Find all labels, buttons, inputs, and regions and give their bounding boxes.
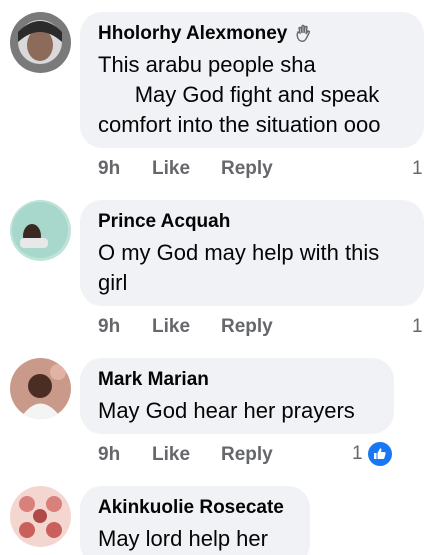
like-button[interactable]: Like bbox=[152, 158, 221, 180]
comment-text-line: May God fight and speak bbox=[98, 82, 380, 107]
comment-actions: 9h Like Reply bbox=[98, 316, 281, 338]
comment-bubble: Mark Marian May God hear her prayers bbox=[80, 358, 394, 434]
reaction-count[interactable]: 1 bbox=[412, 158, 423, 180]
reply-button[interactable]: Reply bbox=[221, 444, 281, 466]
avatar-mark[interactable] bbox=[10, 358, 71, 419]
comment-text-line: girl bbox=[98, 270, 128, 295]
comment-actions: 9h Like Reply bbox=[98, 158, 281, 180]
avatar-image bbox=[10, 12, 71, 73]
author-name-row[interactable]: Hholorhy Alexmoney bbox=[98, 22, 406, 46]
like-button[interactable]: Like bbox=[152, 316, 221, 338]
reaction-count-number: 1 bbox=[412, 316, 423, 337]
reaction-count-number: 1 bbox=[412, 158, 423, 179]
avatar-image bbox=[10, 200, 71, 261]
timestamp[interactable]: 9h bbox=[98, 316, 152, 338]
reaction-count[interactable]: 1 bbox=[352, 442, 392, 466]
timestamp[interactable]: 9h bbox=[98, 158, 152, 180]
reply-button[interactable]: Reply bbox=[221, 316, 281, 338]
reply-button[interactable]: Reply bbox=[221, 158, 281, 180]
avatar-image bbox=[10, 358, 71, 419]
comment-text-line: May God hear her prayers bbox=[98, 398, 355, 423]
comment-text-line: O my God may help with this bbox=[98, 240, 380, 265]
comment-text-line: comfort into the situation ooo bbox=[98, 112, 381, 137]
waving-hand-icon bbox=[293, 24, 313, 44]
author-name[interactable]: Mark Marian bbox=[98, 368, 376, 392]
comment-bubble: Prince Acquah O my God may help with thi… bbox=[80, 200, 424, 306]
comment-text-line: May lord help her bbox=[98, 526, 268, 551]
comment-actions: 9h Like Reply bbox=[98, 444, 281, 466]
reaction-count[interactable]: 1 bbox=[412, 316, 423, 338]
avatar-image bbox=[10, 486, 71, 547]
comment-text-line: This arabu people sha bbox=[98, 52, 316, 77]
comment-bubble: Akinkuolie Rosecate May lord help her bbox=[80, 486, 310, 555]
like-button[interactable]: Like bbox=[152, 444, 221, 466]
timestamp[interactable]: 9h bbox=[98, 444, 152, 466]
author-name[interactable]: Prince Acquah bbox=[98, 210, 406, 234]
avatar-akinkuolie[interactable] bbox=[10, 486, 71, 547]
reaction-count-number: 1 bbox=[352, 443, 363, 464]
thumbs-up-icon bbox=[367, 442, 392, 466]
author-name[interactable]: Akinkuolie Rosecate bbox=[98, 496, 292, 520]
comment-bubble: Hholorhy Alexmoney This arabu people sha… bbox=[80, 12, 424, 148]
avatar-hholorhy[interactable] bbox=[10, 12, 71, 73]
author-name[interactable]: Hholorhy Alexmoney bbox=[98, 22, 287, 46]
avatar-prince[interactable] bbox=[10, 200, 71, 261]
